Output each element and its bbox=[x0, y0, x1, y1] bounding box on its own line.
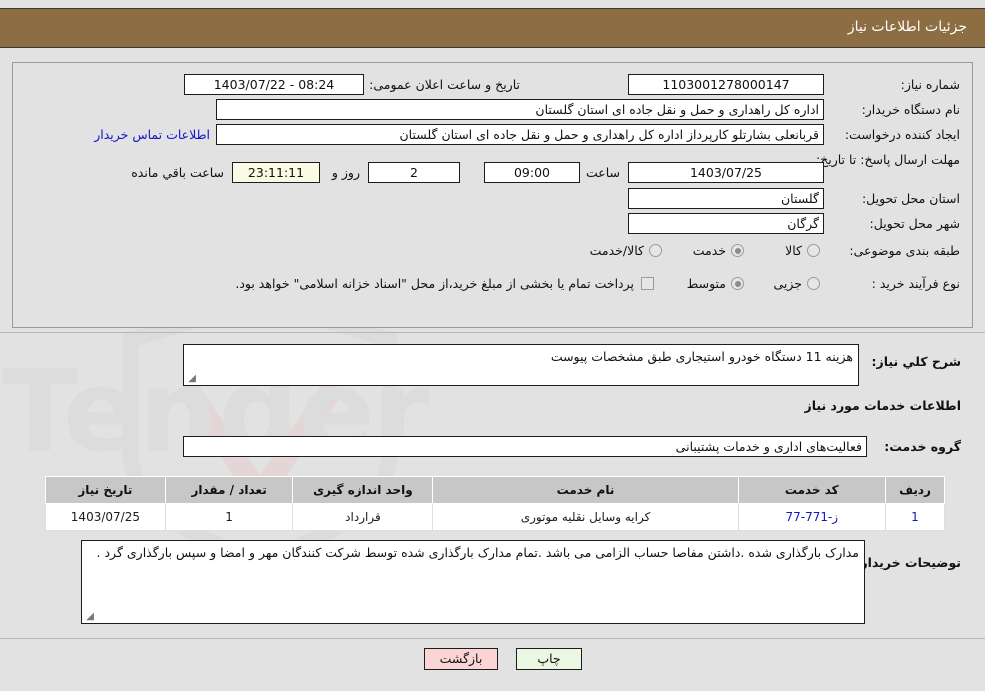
need-number-field[interactable]: 1103001278000147 bbox=[628, 74, 824, 95]
col-qty: تعداد / مقدار bbox=[164, 476, 294, 504]
col-radif: ردیف bbox=[885, 476, 945, 504]
radio-category-khedmat-label: خدمت bbox=[692, 243, 726, 258]
request-creator-label: ایجاد کننده درخواست: bbox=[844, 127, 960, 142]
countdown-timer-field: 23:11:11 bbox=[232, 162, 320, 183]
category-label: طبقه بندی موضوعی: bbox=[849, 243, 960, 258]
table-header-row: ردیف کد خدمت نام خدمت واحد اندازه گیری ت… bbox=[45, 476, 945, 504]
cell-qty: 1 bbox=[164, 503, 294, 531]
treasury-note-text: پرداخت تمام یا بخشی از مبلغ خرید،از محل … bbox=[235, 276, 634, 291]
service-group-field[interactable]: فعالیت‌های اداری و خدمات پشتیبانی bbox=[183, 436, 867, 457]
radio-category-khedmat[interactable] bbox=[731, 244, 744, 257]
need-description-textarea[interactable]: هزینه 11 دستگاه خودرو استیجاری طبق مشخصا… bbox=[183, 344, 859, 386]
table-row: 1 ز-771-77 کرایه وسایل نقلیه موتوری قرار… bbox=[45, 503, 945, 531]
page-title: جزئیات اطلاعات نیاز bbox=[847, 19, 967, 35]
deadline-time-label: ساعت bbox=[585, 165, 620, 180]
radio-category-kala-khedmat[interactable] bbox=[649, 244, 662, 257]
col-date: تاریخ نیاز bbox=[45, 476, 166, 504]
buyer-org-field[interactable]: اداره کل راهداری و حمل و نقل جاده ای است… bbox=[216, 99, 824, 120]
page-header: جزئیات اطلاعات نیاز bbox=[0, 8, 985, 48]
delivery-province-label: استان محل تحویل: bbox=[861, 191, 960, 206]
resize-grip-icon[interactable]: ◢ bbox=[186, 374, 196, 384]
cell-radif: 1 bbox=[885, 503, 945, 531]
back-button[interactable]: بازگشت bbox=[424, 648, 498, 670]
delivery-city-label: شهر محل تحویل: bbox=[869, 216, 960, 231]
services-table: ردیف کد خدمت نام خدمت واحد اندازه گیری ت… bbox=[45, 476, 945, 531]
cell-need-date: 1403/07/25 bbox=[45, 503, 166, 531]
print-button[interactable]: چاپ bbox=[516, 648, 582, 670]
treasury-note-checkbox[interactable] bbox=[641, 277, 654, 290]
col-name: نام خدمت bbox=[432, 476, 739, 504]
service-group-label: گروه خدمت: bbox=[884, 439, 961, 454]
request-creator-field[interactable]: قربانعلی بشارتلو کارپرداز اداره کل راهدا… bbox=[216, 124, 824, 145]
buyer-notes-label: توضیحات خریدار: bbox=[855, 555, 961, 570]
public-announce-field[interactable]: 08:24 - 1403/07/22 bbox=[184, 74, 364, 95]
buyer-contact-link[interactable]: اطلاعات تماس خریدار bbox=[94, 127, 210, 142]
col-unit: واحد اندازه گیری bbox=[292, 476, 434, 504]
deadline-time-field[interactable]: 09:00 bbox=[484, 162, 580, 183]
countdown-suffix-label: ساعت باقي مانده bbox=[131, 165, 224, 180]
need-details-panel: شرح کلي نياز: هزینه 11 دستگاه خودرو استی… bbox=[12, 336, 973, 634]
radio-category-kala-khedmat-label: کالا/خدمت bbox=[589, 243, 644, 258]
cell-name: کرایه وسایل نقلیه موتوری bbox=[432, 503, 739, 531]
delivery-city-field[interactable]: گرگان bbox=[628, 213, 824, 234]
radio-category-kala[interactable] bbox=[807, 244, 820, 257]
buyer-notes-textarea[interactable]: مدارک بارگذاری شده .داشتن مفاصا حساب الز… bbox=[81, 540, 865, 624]
radio-purchase-jozi-label: جزیی bbox=[773, 276, 802, 291]
resize-grip-icon-2[interactable]: ◢ bbox=[84, 612, 94, 622]
need-description-value: هزینه 11 دستگاه خودرو استیجاری طبق مشخصا… bbox=[550, 349, 853, 364]
cell-unit: قرارداد bbox=[292, 503, 434, 531]
section-divider-1 bbox=[0, 332, 985, 333]
buyer-org-label: نام دستگاه خریدار: bbox=[861, 102, 960, 117]
deadline-label-text: مهلت ارسال پاسخ: تا تاریخ: bbox=[815, 152, 960, 167]
need-summary-panel: شماره نیاز: 1103001278000147 تاریخ و ساع… bbox=[12, 62, 973, 328]
radio-category-kala-label: کالا bbox=[785, 243, 802, 258]
cell-code: ز-771-77 bbox=[737, 503, 887, 531]
delivery-province-field[interactable]: گلستان bbox=[628, 188, 824, 209]
services-section-heading: اطلاعات خدمات مورد نیاز bbox=[804, 398, 962, 413]
deadline-label: مهلت ارسال پاسخ: تا تاریخ: bbox=[816, 152, 960, 167]
purchase-type-label: نوع فرآیند خرید : bbox=[871, 276, 960, 291]
radio-purchase-motevaset[interactable] bbox=[731, 277, 744, 290]
radio-purchase-jozi[interactable] bbox=[807, 277, 820, 290]
public-announce-label: تاریخ و ساعت اعلان عمومی: bbox=[369, 77, 520, 92]
col-code: کد خدمت bbox=[737, 476, 887, 504]
deadline-date-field[interactable]: 1403/07/25 bbox=[628, 162, 824, 183]
section-divider-2 bbox=[0, 638, 985, 639]
need-description-label: شرح کلي نياز: bbox=[871, 354, 961, 369]
deadline-days-label: روز و bbox=[331, 165, 360, 180]
buyer-notes-value: مدارک بارگذاری شده .داشتن مفاصا حساب الز… bbox=[96, 545, 859, 560]
radio-purchase-motevaset-label: متوسط bbox=[686, 276, 726, 291]
deadline-days-field[interactable]: 2 bbox=[368, 162, 460, 183]
need-number-label: شماره نیاز: bbox=[900, 77, 960, 92]
